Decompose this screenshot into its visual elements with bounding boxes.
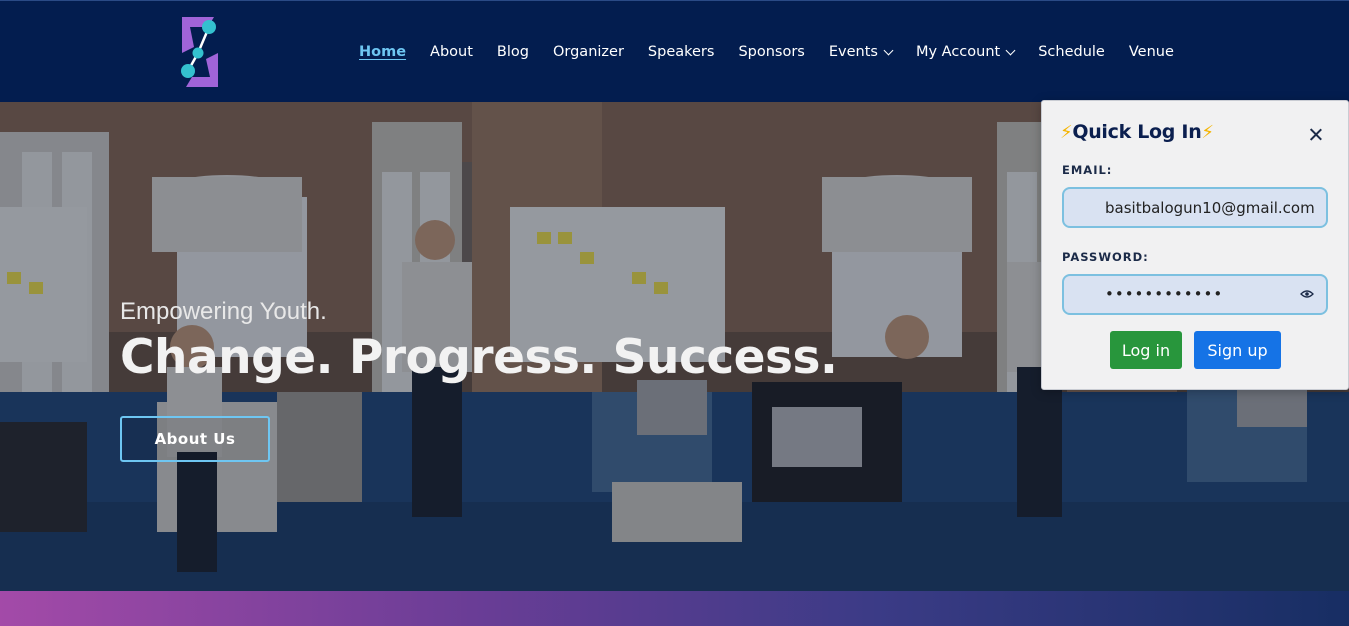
hero-subtitle: Empowering Youth. bbox=[120, 298, 327, 325]
close-icon[interactable] bbox=[1306, 125, 1326, 145]
nav-organizer-label: Organizer bbox=[552, 44, 624, 60]
quick-login-panel: ⚡ Quick Log In ⚡ EMAIL: basitbalogun10@g… bbox=[1041, 100, 1349, 390]
nav-about[interactable]: About bbox=[430, 44, 473, 60]
main-nav: Home About Blog Organizer Speakers Spons… bbox=[359, 1, 1198, 103]
nav-home[interactable]: Home bbox=[359, 44, 406, 60]
nav-events-label: Events bbox=[828, 44, 878, 60]
chevron-down-icon bbox=[883, 45, 894, 55]
password-label: PASSWORD: bbox=[1062, 250, 1149, 264]
quick-login-title-text: Quick Log In bbox=[1072, 121, 1202, 143]
nav-sponsors-label: Sponsors bbox=[738, 44, 805, 60]
nav-speakers-label: Speakers bbox=[647, 44, 715, 60]
logo-icon[interactable] bbox=[178, 13, 222, 91]
nav-schedule-label: Schedule bbox=[1038, 44, 1105, 60]
signup-button[interactable]: Sign up bbox=[1194, 331, 1281, 369]
email-field[interactable]: basitbalogun10@gmail.com bbox=[1062, 187, 1328, 228]
nav-schedule[interactable]: Schedule bbox=[1038, 44, 1105, 60]
email-label: EMAIL: bbox=[1062, 163, 1113, 177]
nav-events[interactable]: Events bbox=[828, 44, 894, 60]
nav-my-account-label: My Account bbox=[915, 44, 1001, 60]
nav-blog[interactable]: Blog bbox=[497, 44, 529, 60]
nav-venue-label: Venue bbox=[1128, 44, 1174, 60]
password-field[interactable]: •••••••••••• bbox=[1062, 274, 1328, 315]
email-value: basitbalogun10@gmail.com bbox=[1105, 199, 1315, 217]
nav-about-label: About bbox=[430, 44, 473, 60]
navbar: Home About Blog Organizer Speakers Spons… bbox=[0, 0, 1349, 102]
nav-my-account[interactable]: My Account bbox=[915, 44, 1016, 60]
eye-icon[interactable] bbox=[1300, 289, 1314, 299]
hero-title: Change. Progress. Success. bbox=[120, 330, 838, 385]
bolt-icon: ⚡ bbox=[1201, 121, 1214, 143]
login-button[interactable]: Log in bbox=[1110, 331, 1182, 369]
nav-home-label: Home bbox=[359, 44, 407, 60]
chevron-down-icon bbox=[1005, 45, 1016, 55]
password-value: •••••••••••• bbox=[1105, 285, 1224, 303]
nav-sponsors[interactable]: Sponsors bbox=[738, 44, 804, 60]
nav-speakers[interactable]: Speakers bbox=[648, 44, 715, 60]
bolt-icon: ⚡ bbox=[1060, 121, 1073, 143]
nav-venue[interactable]: Venue bbox=[1129, 44, 1174, 60]
gradient-strip bbox=[0, 591, 1349, 626]
nav-organizer[interactable]: Organizer bbox=[553, 44, 624, 60]
nav-blog-label: Blog bbox=[496, 44, 529, 60]
quick-login-title: ⚡ Quick Log In ⚡ bbox=[1060, 121, 1214, 143]
about-us-button[interactable]: About Us bbox=[120, 416, 270, 462]
